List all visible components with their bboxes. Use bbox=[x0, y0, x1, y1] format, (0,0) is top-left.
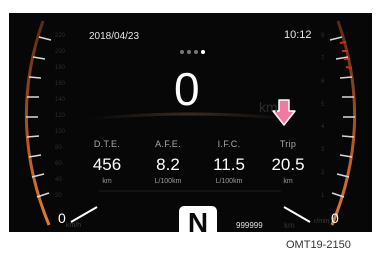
left-gauge-scale-label: 100 bbox=[55, 129, 66, 135]
digital-speed: 0 bbox=[174, 63, 200, 115]
page-indicator bbox=[180, 50, 205, 55]
page-dot bbox=[194, 50, 198, 54]
readout-unit: L/100km bbox=[154, 178, 182, 185]
left-gauge-unit-ghost: km/h bbox=[66, 222, 82, 229]
right-needle bbox=[283, 206, 311, 223]
page-dot bbox=[187, 50, 191, 54]
figure-caption: OMT19-2150 bbox=[286, 239, 351, 251]
left-gauge-scale-label: 120 bbox=[55, 113, 66, 119]
readout-value: 8.2 bbox=[156, 155, 180, 174]
left-gauge-scale-label: 160 bbox=[55, 81, 66, 87]
left-gauge-scale-label: 140 bbox=[55, 97, 66, 103]
odometer-unit-ghost: km bbox=[284, 221, 295, 230]
left-gauge-scale-label: 80 bbox=[55, 145, 62, 151]
readout-value: 20.5 bbox=[271, 155, 305, 174]
readout-unit: km bbox=[283, 178, 293, 185]
left-gauge-scale-label: 200 bbox=[55, 49, 66, 55]
right-gauge-scale-label: 1 bbox=[321, 193, 325, 199]
gauge-graphics bbox=[24, 20, 357, 226]
left-gauge-label: 0 bbox=[58, 210, 66, 226]
page-dot bbox=[180, 50, 184, 54]
right-gauge-scale-label: 2 bbox=[321, 170, 325, 177]
right-gauge-ticks bbox=[329, 36, 355, 198]
clock-display: 10:12 bbox=[284, 29, 312, 41]
left-gauge-ticks bbox=[26, 36, 52, 198]
right-gauge-unit-ghost: r/min bbox=[314, 218, 330, 225]
left-gauge-scale-label: 220 bbox=[55, 33, 66, 39]
left-gauge-scale-label: 180 bbox=[55, 65, 66, 71]
right-gauge-scale-label: 3 bbox=[321, 147, 325, 154]
left-gauge-scale-label: 60 bbox=[55, 161, 62, 167]
page-dot bbox=[201, 50, 205, 54]
speed-unit-ghost: km bbox=[259, 99, 278, 115]
readout-trip: Trip 20.5 km bbox=[253, 139, 323, 185]
right-gauge-scale-label: 5 bbox=[321, 101, 325, 108]
readout-label: D.T.E. bbox=[93, 139, 121, 149]
instrument-cluster-screen: 2018/04/23 10:12 0 km D.T.E. 456 km A.F.… bbox=[9, 13, 372, 232]
left-gauge-scale-label: 40 bbox=[55, 177, 62, 183]
date-display: 2018/04/23 bbox=[89, 31, 140, 42]
gear-indicator: N bbox=[179, 206, 217, 232]
left-gauge-scale-label: 20 bbox=[55, 193, 62, 199]
readout-unit: km bbox=[102, 178, 112, 185]
right-gauge-scale-label: 6 bbox=[321, 78, 325, 85]
odometer: 999999 bbox=[236, 221, 263, 230]
right-gauge-label: 0 bbox=[331, 210, 339, 226]
right-gauge-scale-label: 4 bbox=[321, 124, 325, 131]
left-needle bbox=[70, 206, 98, 223]
right-gauge-scale-label: 8 bbox=[321, 33, 325, 39]
readout-value: 456 bbox=[92, 155, 122, 174]
readout-afe: A.F.E. 8.2 L/100km bbox=[133, 139, 203, 185]
readout-label: A.F.E. bbox=[155, 139, 181, 149]
readout-dte: D.T.E. 456 km bbox=[72, 139, 142, 185]
readout-label: Trip bbox=[279, 139, 297, 149]
right-gauge-scale-label: 7 bbox=[321, 55, 325, 62]
